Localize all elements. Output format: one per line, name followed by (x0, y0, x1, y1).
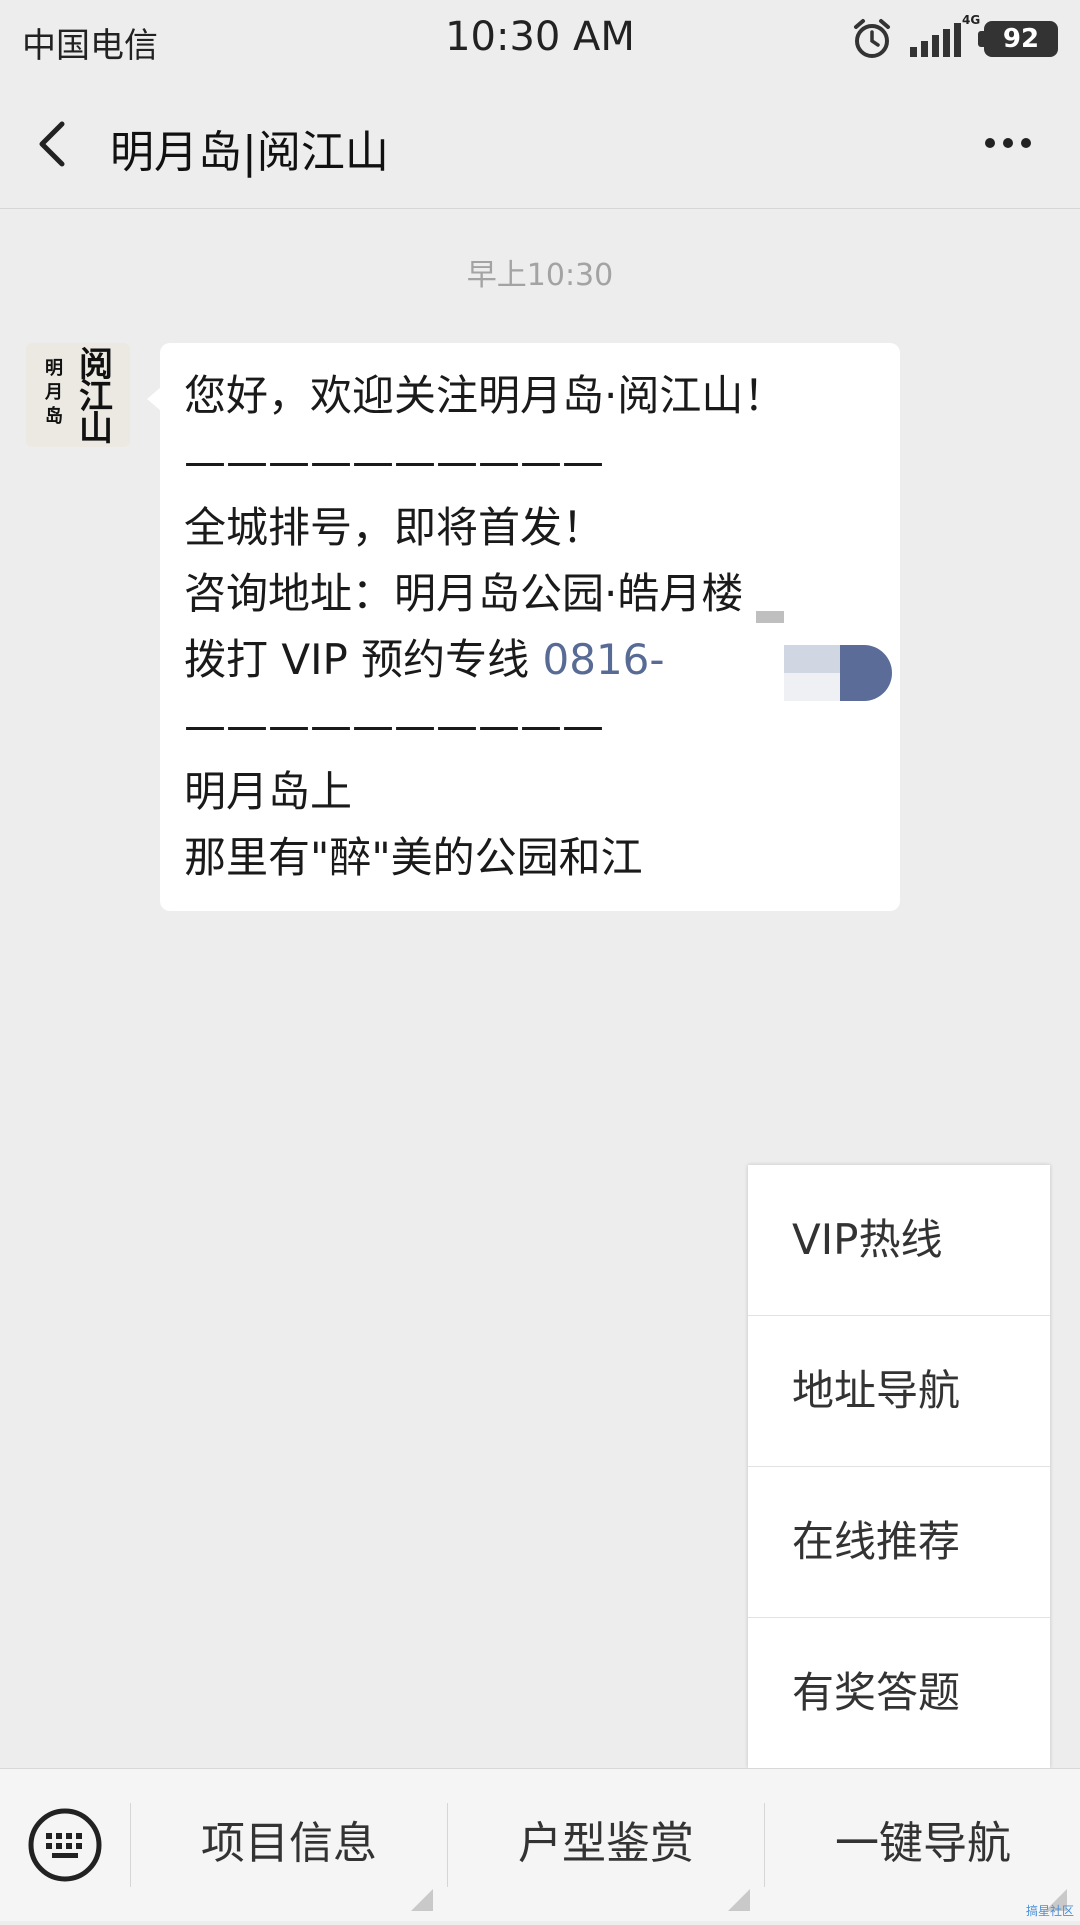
submenu-indicator-icon (728, 1889, 750, 1911)
tab-floor-plans-label: 户型鉴赏 (518, 1818, 694, 1869)
message-divider: —————————— (184, 437, 604, 486)
vip-phone-link[interactable]: 0816- (543, 635, 665, 684)
message-park: 那里有"醉"美的公园和江 (184, 833, 643, 882)
avatar-big-text: 阅江山 (79, 345, 113, 447)
avatar[interactable]: 明月岛 阅江山 (26, 343, 130, 447)
tab-project-info-label: 项目信息 (201, 1818, 377, 1869)
redaction-block (784, 645, 894, 701)
tab-floor-plans[interactable]: 户型鉴赏 (448, 1769, 764, 1921)
submenu-indicator-icon (411, 1889, 433, 1911)
submenu-popup: VIP热线 地址导航 在线推荐 有奖答题 (748, 1165, 1050, 1768)
menu-item-address-navigation[interactable]: 地址导航 (748, 1316, 1050, 1467)
more-options-button[interactable] (956, 108, 1056, 178)
chat-title: 明月岛|阅江山 (110, 127, 389, 178)
signal-icon: 4G (904, 13, 980, 61)
redaction-mark (756, 611, 784, 623)
bottom-menu-bar: 项目信息 户型鉴赏 一键导航 搞星社区 (0, 1768, 1080, 1921)
message-timestamp: 早上10:30 (466, 258, 614, 293)
message-vip-line: 拨打 VIP 预约专线 0816- (184, 627, 884, 693)
tab-one-click-navigation-label: 一键导航 (835, 1818, 1011, 1869)
keyboard-toggle-button[interactable] (0, 1769, 130, 1921)
battery-level: 92 (1002, 24, 1040, 54)
menu-item-prize-quiz[interactable]: 有奖答题 (748, 1618, 1050, 1769)
menu-item-online-recommend[interactable]: 在线推荐 (748, 1467, 1050, 1618)
alarm-icon (850, 17, 894, 61)
battery-icon: 92 (978, 19, 1062, 59)
keyboard-icon (28, 1808, 102, 1882)
message-vip-prefix: 拨打 VIP 预约专线 (184, 635, 543, 684)
message-greeting: 您好，欢迎关注明月岛·阅江山！ (184, 371, 786, 420)
watermark-text: 搞星社区 (1025, 1904, 1074, 1918)
more-dots-icon (985, 138, 1031, 148)
status-icons: 4G 92 (850, 13, 1062, 62)
status-bar: 中国电信 10:30 AM 4G 92 (0, 0, 1080, 78)
message-island: 明月岛上 (184, 767, 353, 816)
nav-bar: 明月岛|阅江山 (0, 78, 1080, 209)
chevron-left-icon (39, 121, 65, 167)
message-divider-2: —————————— (184, 701, 604, 750)
message-bubble[interactable]: 您好，欢迎关注明月岛·阅江山！ —————————— 全城排号，即将首发！ 咨询… (147, 343, 900, 911)
tab-one-click-navigation[interactable]: 一键导航 (765, 1769, 1080, 1921)
menu-item-vip-hotline[interactable]: VIP热线 (748, 1165, 1050, 1316)
back-button[interactable] (22, 104, 92, 184)
tab-project-info[interactable]: 项目信息 (131, 1769, 447, 1921)
message-launch: 全城排号，即将首发！ (184, 503, 605, 552)
avatar-small-text: 明月岛 (45, 358, 63, 427)
